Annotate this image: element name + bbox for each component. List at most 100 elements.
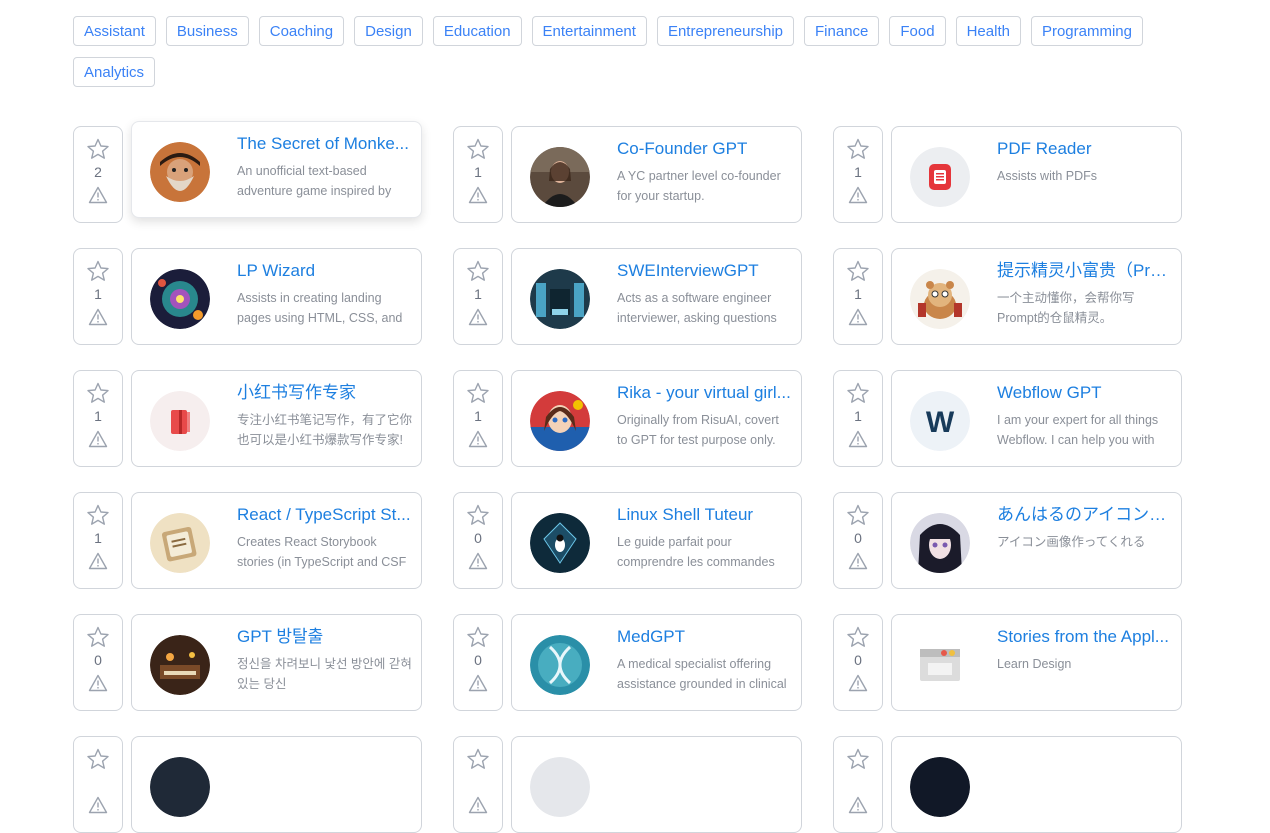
- tag-business[interactable]: Business: [165, 16, 249, 46]
- gpt-card[interactable]: React / TypeScript St... Creates React St…: [131, 492, 422, 589]
- star-icon[interactable]: [86, 626, 110, 648]
- report-warning-icon[interactable]: [848, 674, 868, 692]
- report-warning-icon[interactable]: [848, 186, 868, 204]
- report-warning-icon[interactable]: [848, 552, 868, 570]
- vote-panel: 1: [453, 126, 503, 223]
- gpt-item: 1 Co-Founder GPT A YC partner level co-fou…: [453, 126, 802, 223]
- gpt-card[interactable]: Rika - your virtual girl... Originally fr…: [511, 370, 802, 467]
- star-icon[interactable]: [466, 382, 490, 404]
- gpt-card[interactable]: SWEInterviewGPT Acts as a software engine…: [511, 248, 802, 345]
- star-icon[interactable]: [846, 626, 870, 648]
- star-icon[interactable]: [466, 748, 490, 770]
- star-icon[interactable]: [86, 748, 110, 770]
- gpt-card[interactable]: GPT 방탈출 정신을 차려보니 낯선 방안에 갇혀있는 당신: [131, 614, 422, 711]
- star-icon[interactable]: [846, 138, 870, 160]
- gpt-title[interactable]: PDF Reader: [997, 139, 1172, 159]
- report-warning-icon[interactable]: [468, 308, 488, 326]
- gpt-card[interactable]: あんはるのアイコンジ... アイコン画像作ってくれる: [891, 492, 1182, 589]
- gpt-card[interactable]: The Secret of Monke... An unofficial text…: [131, 121, 422, 218]
- report-warning-icon[interactable]: [468, 796, 488, 814]
- report-warning-icon[interactable]: [88, 308, 108, 326]
- gpt-title[interactable]: あんはるのアイコンジ...: [997, 505, 1172, 525]
- gpt-card[interactable]: 小红书写作专家专注小红书笔记写作，有了它你也可以是小红书爆款写作专家!: [131, 370, 422, 467]
- vote-panel: 0: [833, 614, 883, 711]
- gpt-card[interactable]: Linux Shell Tuteur Le guide parfait pour …: [511, 492, 802, 589]
- vote-panel: 0: [453, 492, 503, 589]
- star-icon[interactable]: [86, 504, 110, 526]
- gpt-title[interactable]: Co-Founder GPT: [617, 139, 792, 159]
- tag-finance[interactable]: Finance: [804, 16, 880, 46]
- vote-panel: 1: [453, 370, 503, 467]
- tag-food[interactable]: Food: [889, 16, 946, 46]
- tag-education[interactable]: Education: [432, 16, 522, 46]
- report-warning-icon[interactable]: [848, 796, 868, 814]
- gpt-card[interactable]: [131, 736, 422, 833]
- tag-entrepreneurship[interactable]: Entrepreneurship: [656, 16, 795, 46]
- tag-programming[interactable]: Programming: [1030, 16, 1143, 46]
- gpt-title[interactable]: LP Wizard: [237, 261, 412, 281]
- category-tags: Assistant Business Coaching Design Education…: [73, 16, 1153, 87]
- gpt-card[interactable]: Stories from the Appl... Learn Design: [891, 614, 1182, 711]
- gpt-card[interactable]: 提示精灵小富贵（Pro... 一个主动懂你，会帮你写Prompt的仓鼠精灵。: [891, 248, 1182, 345]
- report-warning-icon[interactable]: [468, 674, 488, 692]
- star-icon[interactable]: [86, 382, 110, 404]
- vote-count: 1: [854, 408, 862, 424]
- gpt-title[interactable]: 提示精灵小富贵（Pro...: [997, 261, 1172, 281]
- gpt-title[interactable]: Rika - your virtual girl...: [617, 383, 792, 403]
- gpt-card[interactable]: PDF Reader Assists with PDFs: [891, 126, 1182, 223]
- webflow-logo-avatar: W: [910, 391, 970, 451]
- star-icon[interactable]: [86, 138, 110, 160]
- gpt-title[interactable]: Webflow GPT: [997, 383, 1172, 403]
- gpt-card[interactable]: W Webflow GPT I am your expert for all thi…: [891, 370, 1182, 467]
- report-warning-icon[interactable]: [88, 430, 108, 448]
- report-warning-icon[interactable]: [468, 430, 488, 448]
- tag-assistant[interactable]: Assistant: [73, 16, 156, 46]
- tag-analytics[interactable]: Analytics: [73, 57, 156, 87]
- star-icon[interactable]: [846, 382, 870, 404]
- star-icon[interactable]: [846, 748, 870, 770]
- gpt-card[interactable]: [891, 736, 1182, 833]
- gpt-card[interactable]: LP Wizard Assists in creating landing pag…: [131, 248, 422, 345]
- tag-health[interactable]: Health: [955, 16, 1021, 46]
- gpt-title[interactable]: [237, 749, 412, 769]
- tag-design[interactable]: Design: [354, 16, 423, 46]
- gpt-title[interactable]: Linux Shell Tuteur: [617, 505, 792, 525]
- gpt-card[interactable]: Co-Founder GPT A YC partner level co-foun…: [511, 126, 802, 223]
- gpt-item: 1 React / TypeScript St... Creates React S…: [73, 492, 422, 589]
- star-icon[interactable]: [466, 504, 490, 526]
- pdf-document-avatar: [910, 147, 970, 207]
- star-icon[interactable]: [466, 260, 490, 282]
- gpt-title[interactable]: React / TypeScript St...: [237, 505, 412, 525]
- star-icon[interactable]: [846, 504, 870, 526]
- gpt-title[interactable]: Stories from the Appl...: [997, 627, 1172, 647]
- gpt-item: 0 Stories from the Appl... Learn Design: [833, 614, 1182, 711]
- report-warning-icon[interactable]: [848, 308, 868, 326]
- gpt-title[interactable]: 小红书写作专家: [237, 383, 412, 403]
- tag-coaching[interactable]: Coaching: [258, 16, 345, 46]
- vote-panel: 2: [73, 126, 123, 223]
- gpt-title[interactable]: MedGPT: [617, 627, 792, 647]
- gpt-title[interactable]: [997, 749, 1172, 769]
- gpt-title[interactable]: The Secret of Monke...: [237, 134, 412, 154]
- gpt-item: 2 The Secret of Monke... An unofficial tex…: [73, 121, 422, 223]
- report-warning-icon[interactable]: [468, 552, 488, 570]
- report-warning-icon[interactable]: [88, 186, 108, 204]
- star-icon[interactable]: [466, 626, 490, 648]
- gpt-description: [237, 776, 412, 816]
- report-warning-icon[interactable]: [88, 552, 108, 570]
- gpt-card[interactable]: MedGPT A medical specialist offering assi…: [511, 614, 802, 711]
- gpt-description: 专注小红书笔记写作，有了它你也可以是小红书爆款写作专家!: [237, 413, 412, 447]
- gpt-card[interactable]: [511, 736, 802, 833]
- star-icon[interactable]: [466, 138, 490, 160]
- star-icon[interactable]: [86, 260, 110, 282]
- gpt-title[interactable]: [617, 749, 792, 769]
- gpt-title[interactable]: GPT 방탈출: [237, 627, 412, 647]
- report-warning-icon[interactable]: [88, 674, 108, 692]
- star-icon[interactable]: [846, 260, 870, 282]
- gpt-title[interactable]: SWEInterviewGPT: [617, 261, 792, 281]
- report-warning-icon[interactable]: [848, 430, 868, 448]
- report-warning-icon[interactable]: [88, 796, 108, 814]
- tag-entertainment[interactable]: Entertainment: [531, 16, 647, 46]
- report-warning-icon[interactable]: [468, 186, 488, 204]
- vote-panel: [73, 736, 123, 833]
